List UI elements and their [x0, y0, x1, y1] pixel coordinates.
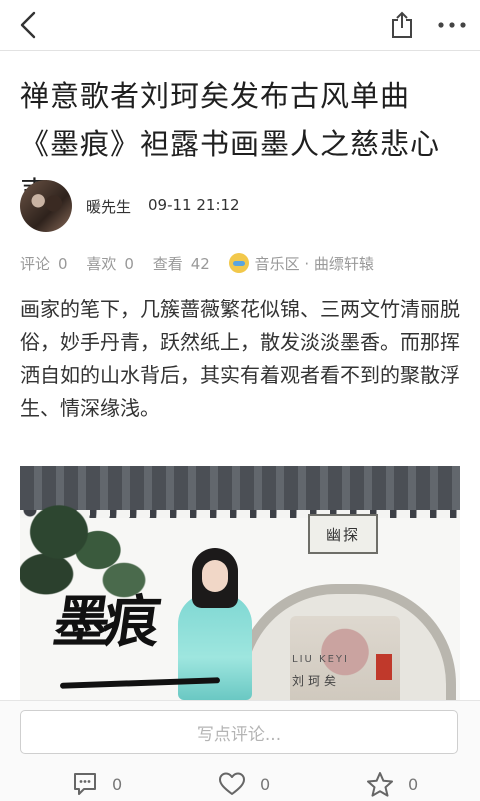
top-navigation-bar — [0, 0, 480, 51]
article-meta: 评论 0 喜欢 0 查看 42 音乐区 · 曲缥轩辕 — [20, 253, 374, 275]
singer-face — [202, 560, 228, 592]
meta-likes-label: 喜欢 — [86, 255, 117, 273]
meta-likes: 喜欢 0 — [86, 253, 134, 274]
like-button[interactable]: 0 — [218, 769, 270, 799]
artist-name-chinese: 刘珂矣 — [292, 674, 341, 688]
likes-count: 0 — [260, 774, 271, 794]
red-seal — [376, 654, 392, 680]
meta-comments-count: 0 — [58, 255, 68, 273]
comments-button[interactable]: 0 — [72, 769, 122, 799]
favorite-button[interactable]: 0 — [366, 769, 418, 799]
meta-views-label: 查看 — [152, 255, 183, 273]
meta-likes-count: 0 — [124, 255, 134, 273]
more-options-button[interactable] — [428, 4, 476, 46]
calligraphy-title: 墨痕 — [49, 589, 159, 655]
article-body: 画家的笔下，几簇蔷薇繁花似锦、三两文竹清丽脱俗，妙手丹青，跃然纸上，散发淡淡墨香… — [20, 297, 460, 420]
author-avatar[interactable] — [20, 180, 72, 232]
comment-input[interactable]: 写点评论... — [20, 710, 458, 754]
comment-bubble-icon — [74, 773, 96, 795]
meta-comments: 评论 0 — [20, 253, 68, 274]
share-icon — [392, 11, 412, 38]
star-icon — [367, 771, 393, 797]
author-row: 暖先生 09-11 21:12 — [20, 178, 460, 234]
back-button[interactable] — [6, 4, 50, 46]
bottom-action-bar: 写点评论... 0 0 0 — [0, 700, 480, 801]
comments-count: 0 — [112, 774, 123, 794]
heart-icon — [219, 772, 245, 795]
author-name[interactable]: 暖先生 — [86, 196, 131, 217]
meta-comments-label: 评论 — [20, 255, 51, 273]
chevron-left-icon — [20, 11, 36, 39]
meta-views-count: 42 — [190, 255, 210, 273]
wall-plaque: 幽探 — [308, 514, 378, 554]
music-section-icon — [228, 253, 249, 273]
artist-name-english: LIU KEYI — [292, 654, 349, 665]
meta-views: 查看 42 — [153, 253, 210, 274]
section-label: 音乐区 · 曲缥轩辕 — [254, 255, 374, 273]
share-button[interactable] — [380, 4, 424, 46]
post-time: 09-11 21:12 — [148, 196, 240, 214]
more-dots-icon — [438, 22, 466, 28]
favorites-count: 0 — [408, 774, 419, 794]
article-image[interactable]: 幽探 墨痕 LIU KEYI 刘珂矣 — [20, 466, 460, 700]
section-link[interactable]: 音乐区 · 曲缥轩辕 — [228, 253, 374, 274]
